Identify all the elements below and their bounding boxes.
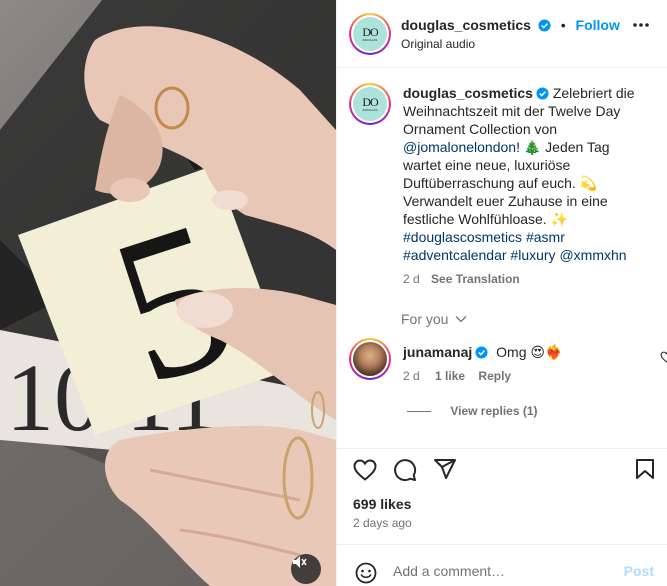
view-replies-button[interactable]: View replies (1): [407, 404, 538, 418]
share-paper-plane-icon[interactable]: [433, 458, 457, 480]
emoji-smiley-icon[interactable]: [355, 562, 377, 584]
caption-age[interactable]: 2 d: [403, 272, 420, 286]
commenter-username[interactable]: junamanaj: [403, 344, 472, 360]
avatar-monogram: DO: [362, 25, 378, 39]
more-options-icon[interactable]: [632, 22, 650, 28]
likes-count[interactable]: 699 likes: [353, 496, 411, 512]
caption-mention-link[interactable]: @jomalonelondon: [403, 139, 516, 155]
post-sidebar: DO DOUGLAS douglas_cosmetics • Follow Or…: [336, 0, 667, 586]
chevron-down-icon: [455, 316, 467, 323]
post-media[interactable]: 10 11 5: [0, 0, 336, 586]
caption-text: douglas_cosmetics Zelebriert die Weihnac…: [403, 84, 643, 288]
post-timestamp[interactable]: 2 days ago: [353, 516, 412, 530]
caption-username[interactable]: douglas_cosmetics: [403, 85, 533, 101]
caption-meta: 2 d See Translation: [403, 270, 643, 288]
comment-input[interactable]: [393, 563, 593, 579]
header-separator: •: [560, 17, 566, 33]
hashtag-link[interactable]: #douglascosmetics: [403, 229, 522, 245]
author-avatar[interactable]: DO DOUGLAS: [349, 13, 391, 55]
for-you-toggle[interactable]: For you: [401, 311, 467, 327]
mute-button[interactable]: [291, 554, 321, 584]
view-replies-label: View replies (1): [450, 404, 538, 418]
hashtag-link[interactable]: #asmr: [526, 229, 565, 245]
author-username[interactable]: douglas_cosmetics: [401, 17, 531, 33]
comment-bubble-icon[interactable]: [393, 458, 417, 482]
comment-text: Omg 😍❤️‍🔥: [496, 344, 563, 360]
replies-divider: [407, 411, 431, 413]
audio-label[interactable]: Original audio: [401, 37, 475, 51]
post-header: DO DOUGLAS douglas_cosmetics • Follow Or…: [337, 0, 667, 68]
comment-like-heart-icon[interactable]: [660, 351, 667, 363]
commenter-verified-badge-icon: [475, 346, 488, 359]
hashtag-link[interactable]: #adventcalendar: [403, 247, 507, 263]
avatar-brand: DOUGLAS: [362, 38, 378, 42]
comment-age[interactable]: 2 d: [403, 369, 420, 383]
post-comment-button[interactable]: Post: [624, 563, 654, 579]
see-translation-button[interactable]: See Translation: [431, 272, 520, 286]
for-you-label: For you: [401, 311, 449, 327]
verified-badge-icon: [538, 19, 551, 32]
media-illustration: 10 11 5: [0, 0, 336, 586]
caption-author-avatar[interactable]: DO DOUGLAS: [349, 83, 391, 125]
caption-avatar-monogram: DO: [362, 95, 378, 109]
hashtag-link[interactable]: #luxury: [510, 247, 555, 263]
speaker-muted-icon: [293, 556, 307, 568]
header-title-row: douglas_cosmetics • Follow: [401, 17, 620, 33]
caption-verified-badge-icon: [536, 87, 549, 100]
comment-reply-button[interactable]: Reply: [478, 369, 511, 383]
like-heart-icon[interactable]: [353, 459, 377, 481]
caption-avatar-brand: DOUGLAS: [362, 108, 378, 112]
mention-link[interactable]: @xmmxhn: [559, 247, 626, 263]
comment-likes-count[interactable]: 1 like: [435, 369, 465, 383]
follow-button[interactable]: Follow: [576, 17, 620, 33]
commenter-avatar[interactable]: [349, 338, 391, 380]
save-bookmark-icon[interactable]: [635, 458, 655, 480]
comment-meta: 2 d 1 like Reply: [403, 369, 511, 383]
comment-bar: Post: [337, 544, 667, 586]
comment-line: junamanaj Omg 😍❤️‍🔥: [403, 344, 562, 361]
